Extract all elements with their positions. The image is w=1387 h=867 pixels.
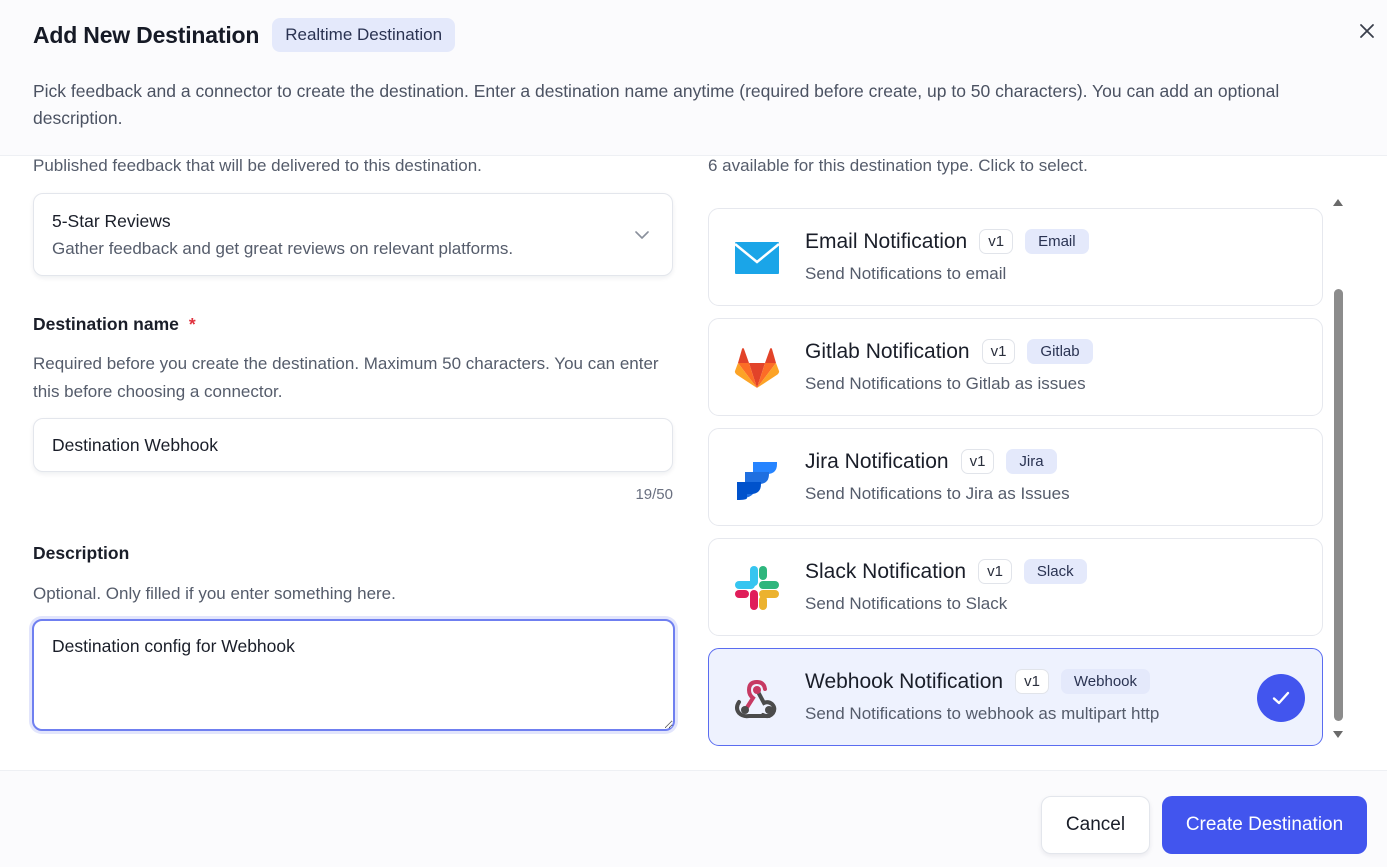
chevron-down-icon [635,231,649,239]
check-icon [1272,691,1290,705]
connector-card-jira[interactable]: Jira Notification v1 Jira Send Notificat… [708,428,1323,526]
add-destination-modal: Add New Destination Realtime Destination… [0,0,1387,867]
modal-description: Pick feedback and a connector to create … [33,81,1280,128]
modal-header: Add New Destination Realtime Destination… [0,0,1387,156]
title-row: Add New Destination Realtime Destination [33,18,456,52]
selected-check-badge [1257,674,1305,722]
close-button[interactable] [1356,20,1378,42]
cancel-button[interactable]: Cancel [1041,796,1150,854]
connector-header: Gitlab Notification v1 Gitlab [805,339,1093,364]
feedback-selected-description: Gather feedback and get great reviews on… [52,239,514,258]
modal-footer: Cancel Create Destination [0,770,1387,867]
feedback-help-text: Published feedback that will be delivere… [33,156,482,175]
scroll-up-arrow-icon[interactable] [1333,198,1343,206]
destination-name-input[interactable] [33,418,673,472]
destination-type-badge: Realtime Destination [272,18,456,52]
connector-version-badge: v1 [981,339,1016,364]
connector-header: Email Notification v1 Email [805,229,1089,254]
create-destination-button[interactable]: Create Destination [1162,796,1367,854]
connector-header: Webhook Notification v1 Webhook [805,669,1151,694]
connector-card-gitlab[interactable]: Gitlab Notification v1 Gitlab Send Notif… [708,318,1323,416]
required-mark: * [188,314,196,334]
feedback-select[interactable]: 5-Star Reviews Gather feedback and get g… [33,193,673,276]
close-icon [1360,24,1374,38]
slack-icon [735,566,779,610]
email-icon [734,242,780,274]
scroll-down-arrow-icon[interactable] [1333,731,1343,739]
connector-description: Send Notifications to email [805,264,1007,283]
connector-tag: Jira [1006,449,1057,474]
gitlab-icon [734,348,780,388]
connector-tag: Webhook [1060,669,1151,694]
connector-tag: Email [1025,229,1089,254]
description-label: Description [33,543,130,563]
connector-name: Gitlab Notification [805,339,970,363]
connector-description: Send Notifications to webhook as multipa… [805,704,1160,723]
connector-version-badge: v1 [1015,669,1049,694]
connector-tag: Gitlab [1027,339,1093,364]
modal-title: Add New Destination [33,21,260,48]
connector-name: Webhook Notification [805,669,1004,693]
description-help: Optional. Only filled if you enter somet… [33,584,396,603]
connector-card-slack[interactable]: Slack Notification v1 Slack Send Notific… [708,538,1323,636]
connector-name: Jira Notification [805,449,949,473]
destination-name-label-text: Destination name [33,314,179,334]
connector-version-badge: v1 [960,449,995,474]
connector-description: Send Notifications to Gitlab as issues [805,374,1086,393]
connector-version-badge: v1 [978,559,1012,584]
connector-list[interactable]: Email Notification v1 Email Send Notific… [708,193,1324,753]
destination-name-label: Destination name * [33,314,196,335]
connector-tag: Slack [1023,559,1087,584]
connector-name: Slack Notification [805,559,967,583]
connector-card-email[interactable]: Email Notification v1 Email Send Notific… [708,208,1323,306]
character-counter: 19/50 [635,486,673,503]
connector-description: Send Notifications to Slack [805,594,1008,613]
webhook-icon [735,680,777,719]
connector-description: Send Notifications to Jira as Issues [805,484,1070,503]
description-textarea[interactable]: Destination config for Webhook [32,619,675,731]
connector-version-badge: v1 [979,229,1014,254]
scrollbar-thumb[interactable] [1334,289,1343,721]
connector-card-webhook[interactable]: Webhook Notification v1 Webhook Send Not… [708,648,1323,746]
connector-name: Email Notification [805,229,968,253]
connectors-help-text: 6 available for this destination type. C… [708,156,1088,175]
connector-header: Slack Notification v1 Slack [805,559,1087,584]
destination-name-help: Required before you create the destinati… [33,354,659,401]
jira-icon [737,462,777,500]
feedback-selected-name: 5-Star Reviews [52,211,171,231]
connector-header: Jira Notification v1 Jira [805,449,1057,474]
